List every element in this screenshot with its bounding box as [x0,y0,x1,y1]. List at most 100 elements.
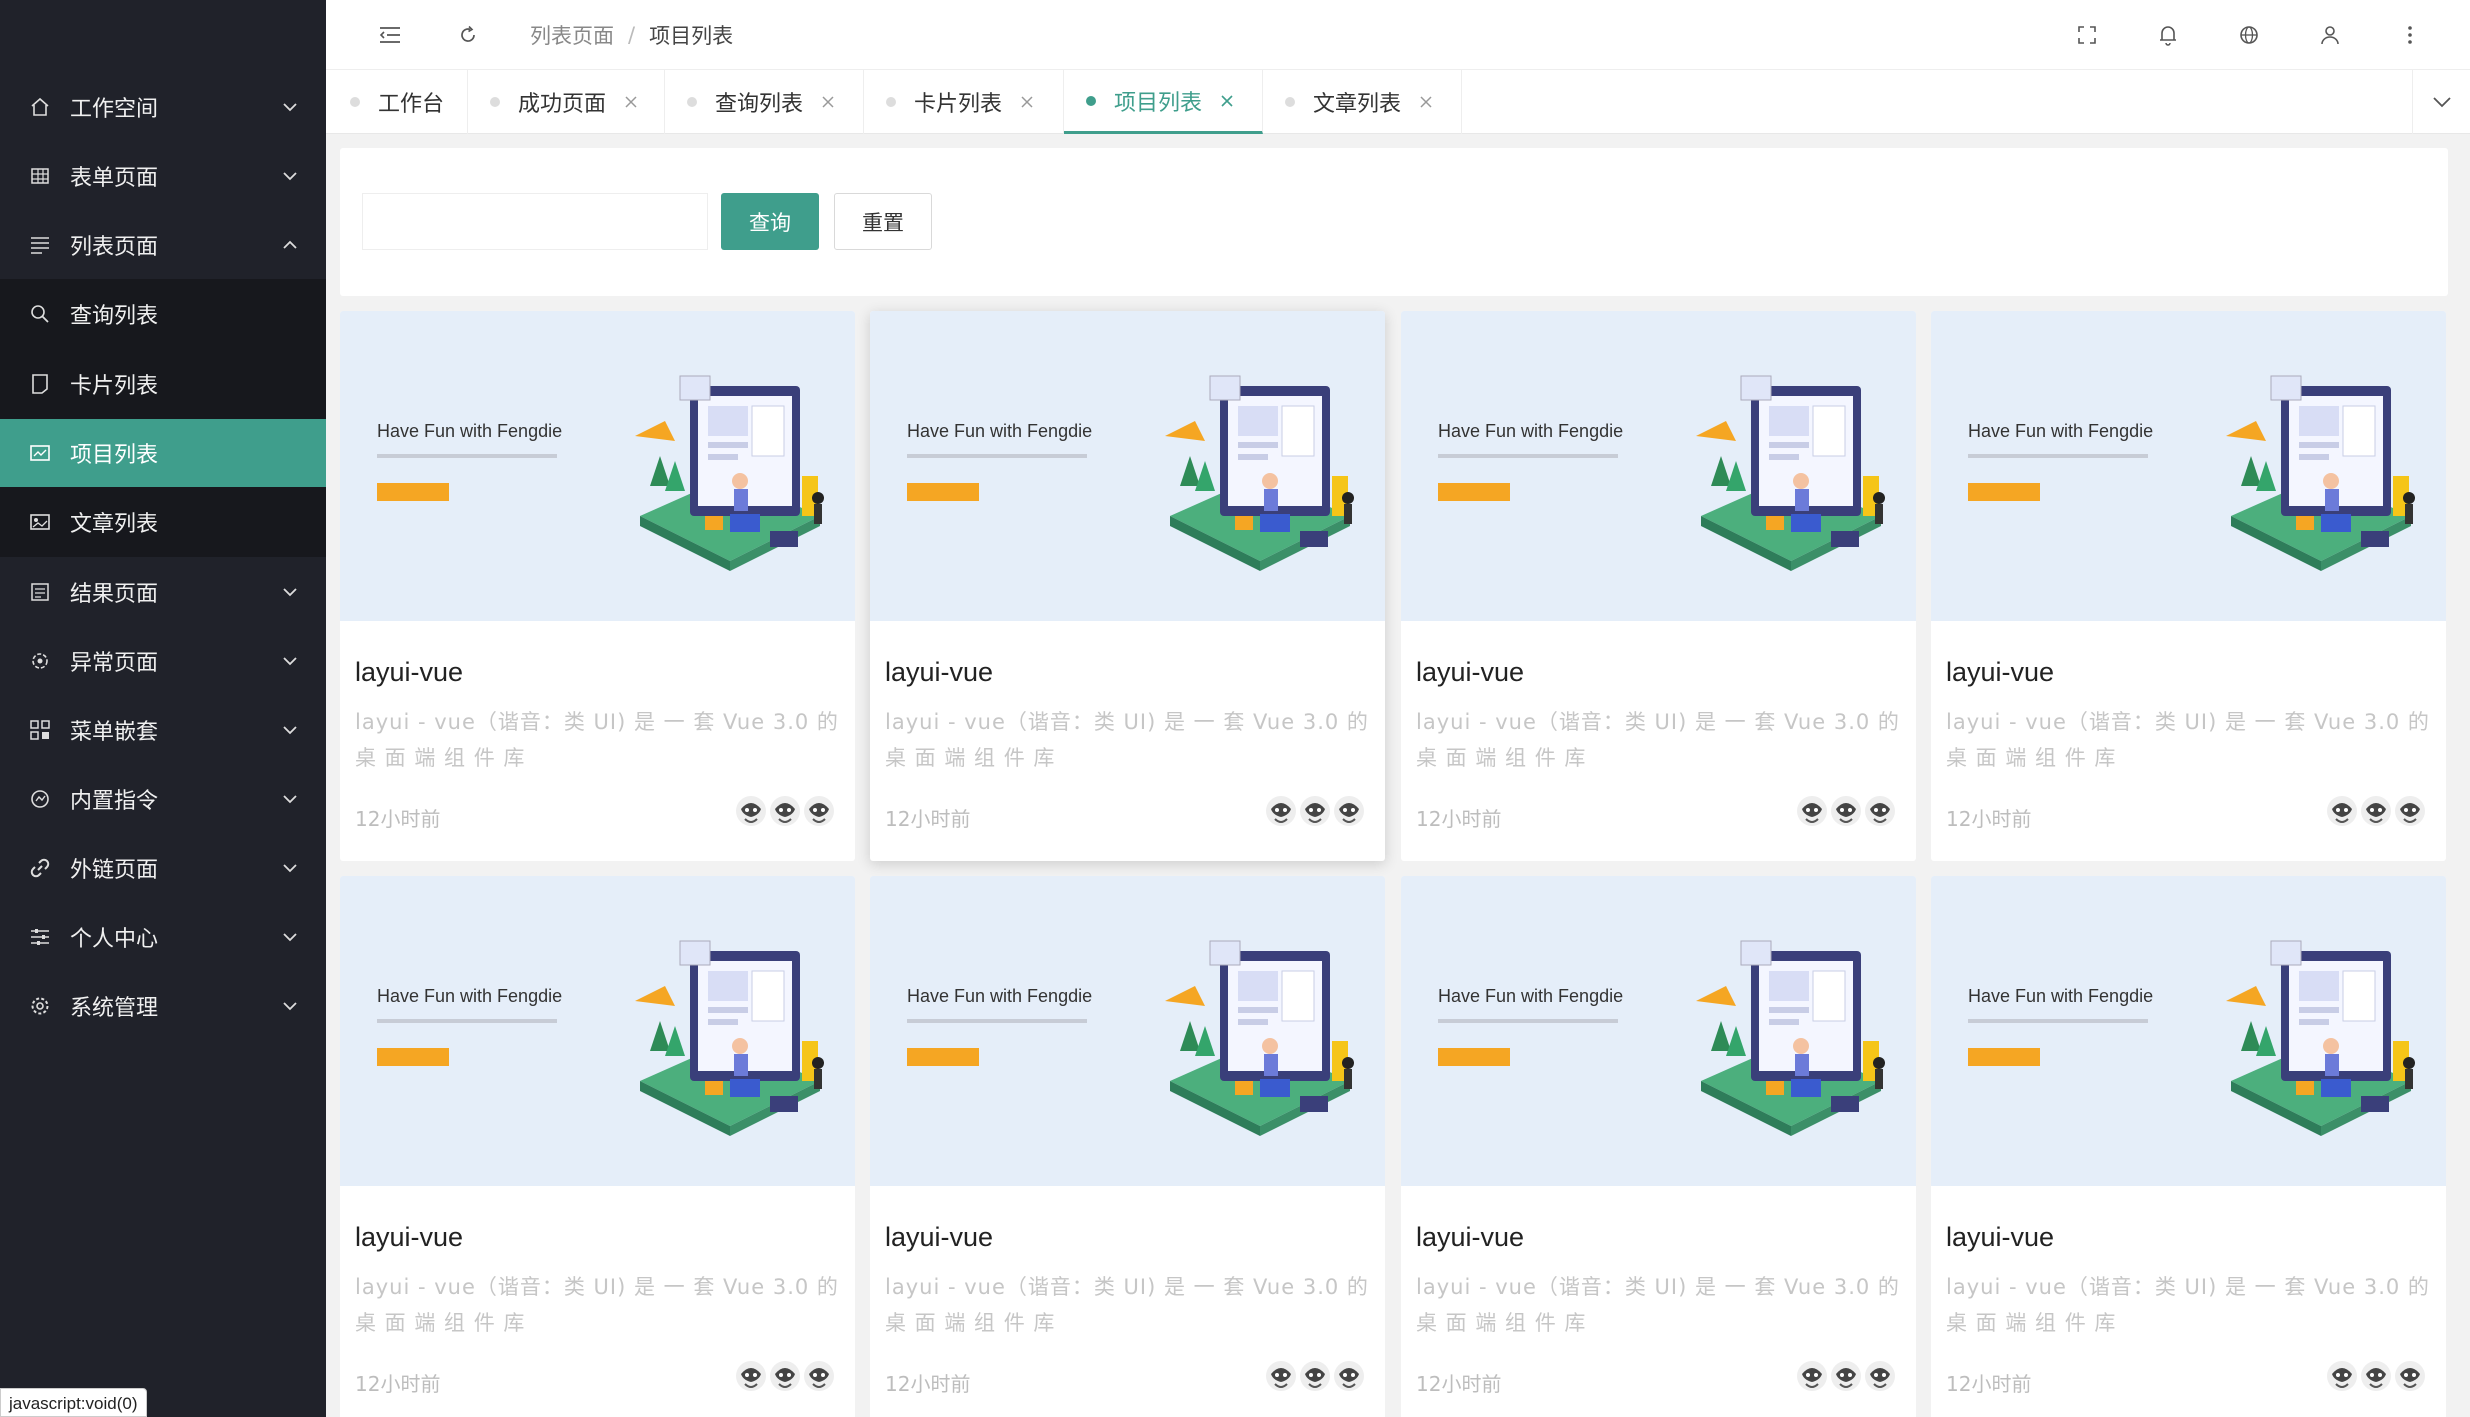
card-description: layui - vue（谐音：类 UI) 是 一 套 Vue 3.0 的 桌 面… [1946,710,2430,770]
tab-project-list[interactable]: 项目列表 [1064,70,1263,134]
tab-dot [687,97,697,107]
sidebar-item-project-list[interactable]: 项目列表 [0,419,326,487]
project-card[interactable]: Have Fun with Fengdie layui-vue layui - … [1931,876,2446,1417]
avatar[interactable] [1830,1360,1862,1392]
sidebar-item-workspace[interactable]: 工作空间 [0,72,326,141]
card-title[interactable]: layui-vue [1416,1222,1524,1253]
card-cover-subtitle-line [1968,1019,2148,1023]
refresh-icon[interactable] [452,19,484,51]
avatar[interactable] [2394,1360,2426,1392]
sidebar-item-errors[interactable]: 异常页面 [0,626,326,695]
avatar[interactable] [2326,1360,2358,1392]
avatar[interactable] [803,1360,835,1392]
card-title[interactable]: layui-vue [355,1222,463,1253]
card-avatar-group [2324,1360,2426,1392]
sidebar-item-card-list[interactable]: 卡片列表 [0,349,326,419]
tab-dropdown-button[interactable] [2412,70,2470,134]
avatar[interactable] [2326,795,2358,827]
avatar[interactable] [1333,1360,1365,1392]
avatar[interactable] [1265,1360,1297,1392]
chevron-down-icon [280,789,300,809]
project-card[interactable]: Have Fun with Fengdie layui-vue layui - … [1401,876,1916,1417]
chevron-up-icon [280,235,300,255]
tab-card-list[interactable]: 卡片列表 [864,70,1064,134]
avatar[interactable] [1864,1360,1896,1392]
sidebar-item-query-list[interactable]: 查询列表 [0,279,326,349]
card-title[interactable]: layui-vue [885,1222,993,1253]
avatar[interactable] [1299,1360,1331,1392]
project-card[interactable]: Have Fun with Fengdie layui-vue layui - … [870,311,1385,861]
close-icon[interactable] [1218,92,1236,110]
project-card[interactable]: Have Fun with Fengdie layui-vue layui - … [340,311,855,861]
sidebar-item-nested-menu[interactable]: 菜单嵌套 [0,695,326,764]
user-icon[interactable] [2314,19,2346,51]
search-input[interactable] [362,193,708,250]
search-icon [28,302,52,326]
sidebar-item-results[interactable]: 结果页面 [0,557,326,626]
avatar[interactable] [1796,795,1828,827]
card-cover-title: Have Fun with Fengdie [1968,986,2154,1006]
card-cover-image: Have Fun with Fengdie [1931,311,2446,621]
sidebar-item-lists[interactable]: 列表页面 [0,210,326,279]
close-icon[interactable] [622,93,640,111]
sidebar-item-personal-center[interactable]: 个人中心 [0,902,326,971]
card-time: 12小时前 [355,1372,441,1396]
avatar[interactable] [1864,795,1896,827]
avatar[interactable] [735,1360,767,1392]
card-title[interactable]: layui-vue [1416,657,1524,688]
card-description: layui - vue（谐音：类 UI) 是 一 套 Vue 3.0 的 桌 面… [1946,1275,2430,1335]
menu-fold-icon[interactable] [374,19,406,51]
avatar[interactable] [769,1360,801,1392]
avatar[interactable] [1265,795,1297,827]
project-card[interactable]: Have Fun with Fengdie layui-vue layui - … [1931,311,2446,861]
query-button[interactable]: 查询 [721,193,819,250]
card-title[interactable]: layui-vue [1946,1222,2054,1253]
card-title[interactable]: layui-vue [885,657,993,688]
close-icon[interactable] [819,93,837,111]
close-icon[interactable] [1417,93,1435,111]
tab-article-list[interactable]: 文章列表 [1263,70,1462,134]
sidebar-item-forms[interactable]: 表单页面 [0,141,326,210]
more-vertical-icon[interactable] [2394,19,2426,51]
avatar[interactable] [2394,795,2426,827]
sidebar-item-article-list[interactable]: 文章列表 [0,487,326,557]
sidebar-item-system-management[interactable]: 系统管理 [0,971,326,1040]
sidebar-item-label: 异常页面 [70,650,159,676]
tab-dot [490,97,500,107]
project-card[interactable]: Have Fun with Fengdie layui-vue layui - … [1401,311,1916,861]
avatar[interactable] [1299,795,1331,827]
search-panel: 查询 重置 [340,148,2448,296]
project-card[interactable]: Have Fun with Fengdie layui-vue layui - … [870,876,1385,1417]
avatar[interactable] [735,795,767,827]
close-icon[interactable] [1018,93,1036,111]
avatar[interactable] [2360,1360,2392,1392]
tab-workbench[interactable]: 工作台 [326,70,468,134]
card-description: layui - vue（谐音：类 UI) 是 一 套 Vue 3.0 的 桌 面… [355,710,839,770]
sidebar-item-label: 工作空间 [70,96,159,122]
tab-label: 成功页面 [518,92,607,117]
avatar[interactable] [1796,1360,1828,1392]
tab-query-list[interactable]: 查询列表 [665,70,864,134]
sidebar-item-label: 个人中心 [70,926,159,952]
card-cover-image: Have Fun with Fengdie [870,876,1385,1186]
avatar[interactable] [1333,795,1365,827]
avatar[interactable] [2360,795,2392,827]
bell-icon[interactable] [2152,19,2184,51]
breadcrumb-parent[interactable]: 列表页面 [530,20,614,50]
card-icon [28,372,52,396]
tab-dot [350,97,360,107]
sidebar-item-external-links[interactable]: 外链页面 [0,833,326,902]
reset-button[interactable]: 重置 [834,193,932,250]
tab-success-page[interactable]: 成功页面 [468,70,665,134]
sidebar-item-directives[interactable]: 内置指令 [0,764,326,833]
project-card[interactable]: Have Fun with Fengdie layui-vue layui - … [340,876,855,1417]
globe-icon[interactable] [2233,19,2265,51]
card-cover-title: Have Fun with Fengdie [377,421,563,441]
card-title[interactable]: layui-vue [1946,657,2054,688]
chevron-down-icon [2432,93,2452,112]
fullscreen-icon[interactable] [2071,19,2103,51]
card-title[interactable]: layui-vue [355,657,463,688]
avatar[interactable] [769,795,801,827]
avatar[interactable] [803,795,835,827]
avatar[interactable] [1830,795,1862,827]
